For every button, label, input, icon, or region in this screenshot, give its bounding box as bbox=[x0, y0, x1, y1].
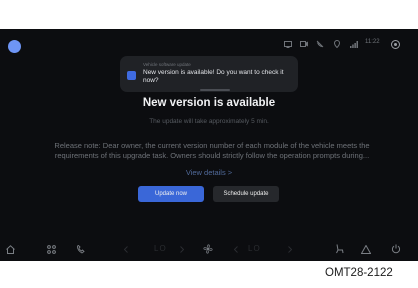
notification-message: New version is available! Do you want to… bbox=[143, 69, 284, 84]
phone-mute-icon[interactable] bbox=[315, 38, 325, 50]
fan-icon[interactable] bbox=[202, 243, 214, 255]
user-icon[interactable] bbox=[389, 38, 401, 50]
power-icon[interactable] bbox=[390, 243, 402, 255]
update-notification[interactable]: Vehicle software update New version is a… bbox=[120, 56, 298, 92]
phone-icon[interactable] bbox=[74, 243, 86, 255]
temp-right-decrease-icon[interactable] bbox=[232, 243, 240, 255]
home-icon[interactable] bbox=[4, 243, 16, 255]
page: 11:22 Vehicle software update New versio… bbox=[0, 0, 418, 288]
view-details-link[interactable]: View details > bbox=[0, 168, 418, 177]
bottom-dock: LO LO bbox=[0, 239, 418, 261]
notification-app-name: Vehicle software update bbox=[143, 62, 191, 67]
update-app-icon bbox=[127, 71, 136, 80]
seat-icon[interactable] bbox=[333, 243, 345, 255]
release-note-line-1: Release note: Dear owner, the current ve… bbox=[54, 141, 370, 150]
right-temp-display: LO bbox=[248, 244, 261, 253]
brand-logo-icon bbox=[8, 40, 21, 53]
schedule-update-button[interactable]: Schedule update bbox=[213, 186, 279, 202]
temp-left-decrease-icon[interactable] bbox=[122, 243, 130, 255]
clock: 11:22 bbox=[365, 39, 380, 45]
update-now-button[interactable]: Update now bbox=[138, 186, 204, 202]
apps-icon[interactable] bbox=[45, 243, 57, 255]
infotainment-screen: 11:22 Vehicle software update New versio… bbox=[0, 29, 418, 261]
release-note-line-2: requirements of this upgrade task. Owner… bbox=[54, 151, 370, 160]
screen-icon[interactable] bbox=[283, 38, 293, 50]
signal-icon bbox=[349, 38, 359, 50]
release-note: Release note: Dear owner, the current ve… bbox=[22, 141, 402, 161]
left-temp-display: LO bbox=[154, 244, 167, 253]
camera-icon[interactable] bbox=[299, 38, 309, 50]
page-title: New version is available bbox=[142, 97, 276, 109]
temp-left-increase-icon[interactable] bbox=[178, 243, 186, 255]
temp-right-increase-icon[interactable] bbox=[286, 243, 294, 255]
update-duration: The update will take approximately 5 min… bbox=[149, 118, 269, 125]
notification-handle[interactable] bbox=[200, 89, 230, 91]
location-icon bbox=[332, 38, 342, 50]
warning-icon[interactable] bbox=[360, 243, 372, 255]
figure-caption: OMT28-2122 bbox=[325, 267, 393, 279]
